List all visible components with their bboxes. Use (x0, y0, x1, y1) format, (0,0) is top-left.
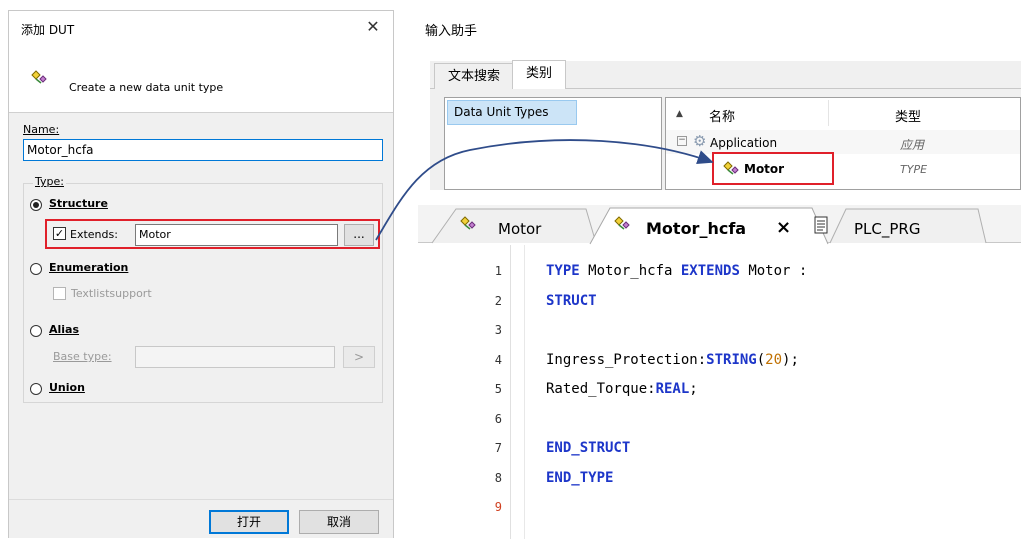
column-divider (828, 100, 829, 126)
tab-category[interactable]: 类别 (512, 60, 566, 91)
base-type-button[interactable]: > (343, 346, 375, 368)
dialog-body: Name: Motor_hcfa Type: Structure ✓ Exten… (9, 113, 393, 499)
line-number: 6 (494, 411, 502, 426)
alias-label: Alias (49, 323, 80, 336)
motor-tree-item[interactable]: Motor (744, 162, 784, 176)
textlist-checkbox[interactable] (53, 287, 66, 300)
dut-icon (614, 216, 630, 230)
dut-icon (723, 161, 739, 175)
application-name: Application (710, 136, 778, 150)
cancel-button[interactable]: 取消 (299, 510, 379, 534)
line-number: 1 (494, 264, 502, 278)
keyword: END_TYPE (546, 469, 614, 486)
union-label: Union (49, 381, 85, 394)
dialog-header: Create a new data unit type (9, 45, 393, 113)
code-line: STRUCT (546, 287, 807, 317)
punct: ( (756, 351, 766, 368)
keyword: END_STRUCT (546, 440, 631, 456)
line-number: 5 (494, 382, 502, 396)
dialog-title-bar: 添加 DUT ✕ (9, 11, 393, 45)
tab-text-search[interactable]: 文本搜索 (434, 63, 514, 90)
tab-motor[interactable]: Motor (498, 220, 541, 238)
base-type-label: Base type: (53, 350, 112, 363)
application-type: 应用 (900, 138, 925, 152)
identifier: Rated_Torque: (546, 381, 656, 397)
input-helper-panel: 输入助手 文本搜索 类别 Data Unit Types ▲ 名称 类型 − ⚙… (403, 8, 1021, 190)
keyword: TYPE (546, 263, 580, 279)
identifier: Ingress_Protection: (546, 351, 707, 368)
open-button[interactable]: 打开 (209, 510, 289, 534)
document-icon (814, 216, 828, 234)
structure-radio[interactable] (30, 199, 42, 211)
keyword: EXTENDS (680, 263, 740, 279)
code-line: Rated_Torque:REAL; (546, 375, 807, 405)
enumeration-label: Enumeration (49, 261, 129, 274)
identifier: Motor : (739, 263, 808, 279)
gutter-divider (510, 245, 511, 539)
column-type[interactable]: 类型 (895, 106, 921, 125)
tab-plc-prg[interactable]: PLC_PRG (854, 220, 920, 238)
code-line: TYPE Motor_hcfa EXTENDS Motor : (546, 257, 807, 287)
code-line: Ingress_Protection:STRING(20); (546, 346, 807, 376)
punct: ; (689, 381, 698, 397)
name-label: Name: (23, 123, 60, 136)
dut-icon (31, 70, 47, 84)
gear-icon: ⚙ (693, 132, 707, 150)
line-number: 3 (494, 323, 502, 337)
sort-up-icon[interactable]: ▲ (676, 109, 683, 119)
line-numbers: 1 2 3 4 5 6 7 8 9 (490, 257, 502, 523)
keyword: STRING (706, 351, 757, 368)
close-icon[interactable]: ✕ (361, 15, 385, 39)
number: 20 (765, 351, 783, 368)
dialog-footer: 打开 取消 (9, 499, 393, 538)
code-line: END_STRUCT (546, 434, 807, 464)
tab-motor-hcfa[interactable]: Motor_hcfa (646, 219, 746, 238)
dialog-description: Create a new data unit type (69, 81, 224, 94)
enumeration-radio[interactable] (30, 263, 42, 275)
collapse-icon[interactable]: − (677, 136, 687, 146)
category-item[interactable]: Data Unit Types (447, 100, 577, 125)
extends-input[interactable]: Motor (135, 224, 338, 246)
close-tab-icon[interactable]: × (776, 217, 791, 238)
add-dut-dialog: 添加 DUT ✕ Create a new data unit type Nam… (8, 10, 394, 538)
keyword: STRUCT (546, 292, 597, 309)
gutter-divider-2 (524, 245, 525, 539)
union-radio[interactable] (30, 383, 42, 395)
line-number: 9 (494, 500, 502, 514)
line-number: 7 (494, 441, 502, 455)
alias-radio[interactable] (30, 325, 42, 337)
helper-title: 输入助手 (425, 24, 478, 39)
structure-label: Structure (49, 197, 108, 210)
textlist-label: Textlistsupport (71, 287, 152, 300)
punct: ); (782, 351, 799, 368)
dialog-title: 添加 DUT (21, 23, 75, 37)
code-line: END_TYPE (546, 464, 807, 494)
type-label: Type: (33, 175, 66, 188)
line-number: 2 (494, 293, 502, 308)
line-number: 4 (494, 352, 502, 367)
code-body[interactable]: TYPE Motor_hcfa EXTENDS Motor : STRUCT In… (546, 257, 807, 493)
line-number: 8 (494, 470, 502, 485)
column-name[interactable]: 名称 (709, 106, 735, 125)
name-input[interactable]: Motor_hcfa (23, 139, 383, 161)
code-editor: Motor Motor_hcfa × PLC_PRG 1 2 3 4 5 6 7 8 9 TYP… (418, 205, 1021, 539)
extends-browse-button[interactable]: ... (344, 224, 374, 246)
base-type-input[interactable] (135, 346, 335, 368)
keyword: REAL (655, 381, 690, 397)
dut-icon (460, 216, 476, 230)
motor-type: TYPE (900, 163, 928, 176)
identifier: Motor_hcfa (579, 263, 681, 279)
extends-checkbox[interactable]: ✓ (53, 227, 66, 240)
extends-label: Extends: (70, 228, 118, 241)
